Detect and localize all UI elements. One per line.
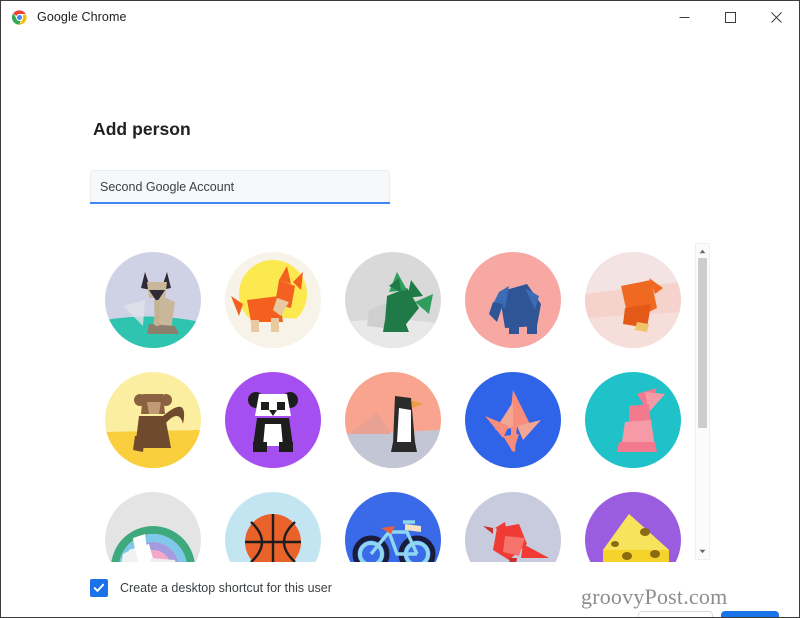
window-controls — [661, 1, 799, 33]
scrollbar-thumb[interactable] — [698, 258, 707, 428]
avatar-option-monkey[interactable] — [93, 360, 213, 480]
add-person-dialog: Add person Second Google Account Create … — [1, 33, 799, 617]
avatar-option-basketball[interactable] — [213, 480, 333, 562]
name-field-wrapper — [90, 170, 390, 204]
avatar-option-fox[interactable] — [213, 240, 333, 360]
penguin-avatar-icon — [345, 372, 441, 468]
dragon-avatar-icon — [345, 252, 441, 348]
avatar-option-rabbit[interactable] — [573, 360, 693, 480]
fox-sitting-avatar-icon — [585, 252, 681, 348]
desktop-shortcut-label: Create a desktop shortcut for this user — [120, 581, 332, 595]
add-button[interactable]: Add — [720, 611, 779, 617]
unicorn-rainbow-avatar-icon — [105, 492, 201, 562]
chrome-logo-icon — [11, 9, 28, 26]
cancel-button[interactable]: Cancel — [637, 611, 713, 617]
title-bar-left: Google Chrome — [1, 9, 127, 26]
fox-avatar-icon — [225, 252, 321, 348]
page-title: Add person — [93, 119, 191, 139]
panda-avatar-icon — [225, 372, 321, 468]
monkey-avatar-icon — [105, 372, 201, 468]
name-field-underline — [90, 202, 390, 204]
checkmark-icon — [93, 583, 105, 593]
chevron-up-icon[interactable] — [696, 245, 709, 258]
profile-name-input[interactable] — [90, 170, 390, 202]
avatar-option-butterfly[interactable] — [453, 360, 573, 480]
desktop-shortcut-row[interactable]: Create a desktop shortcut for this user — [90, 579, 332, 597]
avatar-option-cat[interactable] — [93, 240, 213, 360]
maximize-button[interactable] — [707, 1, 753, 33]
avatar-option-fox-sitting[interactable] — [573, 240, 693, 360]
bird-avatar-icon — [465, 492, 561, 562]
avatar-option-penguin[interactable] — [333, 360, 453, 480]
rabbit-avatar-icon — [585, 372, 681, 468]
dialog-actions: Cancel Add — [637, 611, 779, 617]
avatar-option-cheese[interactable] — [573, 480, 693, 562]
close-button[interactable] — [753, 1, 799, 33]
title-bar: Google Chrome — [1, 1, 799, 33]
bicycle-avatar-icon — [345, 492, 441, 562]
basketball-avatar-icon — [225, 492, 321, 562]
chrome-window: Google Chrome Add person Second Google A… — [0, 0, 800, 618]
avatar-option-bicycle[interactable] — [333, 480, 453, 562]
avatar-grid — [93, 240, 713, 562]
avatar-picker — [93, 240, 713, 562]
chevron-down-icon[interactable] — [696, 545, 709, 558]
butterfly-avatar-icon — [465, 372, 561, 468]
avatar-option-dragon[interactable] — [333, 240, 453, 360]
window-title: Google Chrome — [37, 10, 127, 24]
avatar-scrollbar[interactable] — [695, 243, 710, 560]
avatar-option-elephant[interactable] — [453, 240, 573, 360]
elephant-avatar-icon — [465, 252, 561, 348]
avatar-option-unicorn-rainbow[interactable] — [93, 480, 213, 562]
avatar-option-bird[interactable] — [453, 480, 573, 562]
minimize-button[interactable] — [661, 1, 707, 33]
desktop-shortcut-checkbox[interactable] — [90, 579, 108, 597]
cheese-avatar-icon — [585, 492, 681, 562]
watermark: groovyPost.com — [581, 584, 728, 609]
cat-avatar-icon — [105, 252, 201, 348]
avatar-option-panda[interactable] — [213, 360, 333, 480]
